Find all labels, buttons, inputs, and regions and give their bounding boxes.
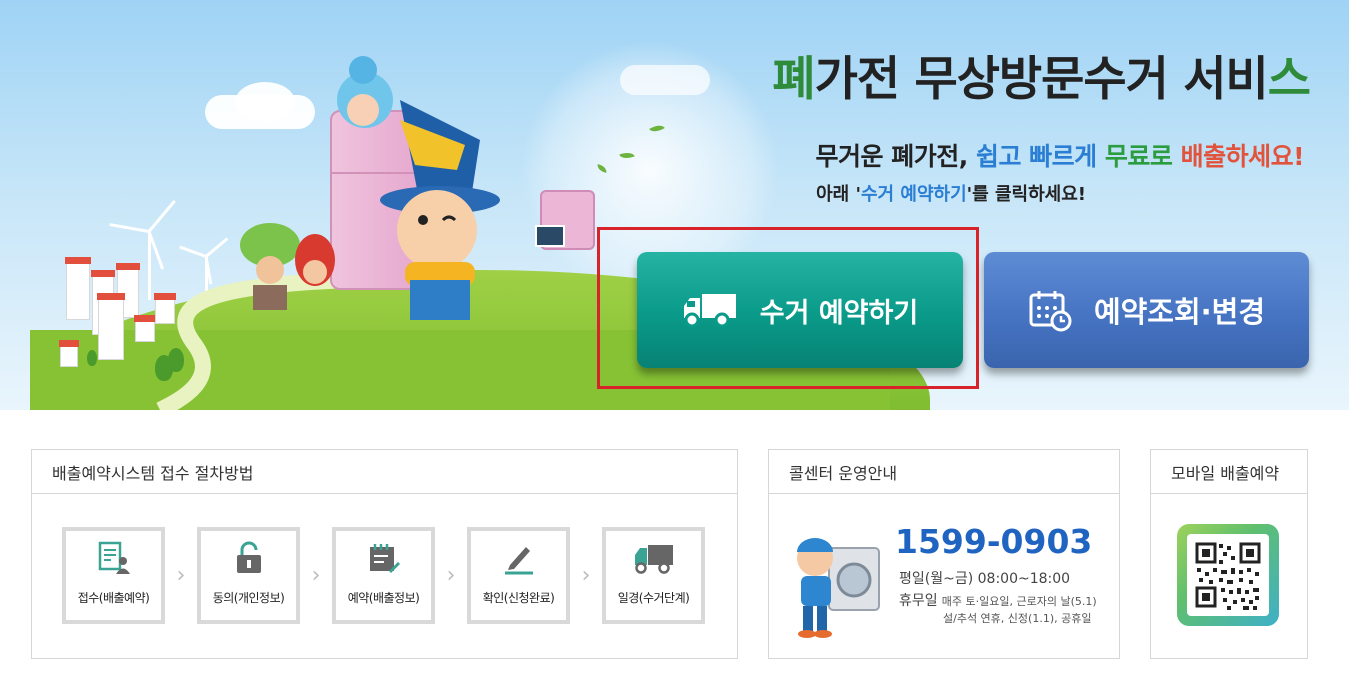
callcenter-heading: 콜센터 운영안내 [769, 450, 1119, 494]
chevron-right-icon: › [446, 563, 456, 588]
tv-illustration [535, 225, 565, 247]
chevron-right-icon: › [176, 563, 186, 588]
hero-instruction: 아래 '수거 예약하기'를 클릭하세요! [816, 184, 1086, 205]
step-label: 예약(배출정보) [347, 591, 420, 605]
step-label: 일경(수거단계) [617, 591, 690, 605]
callcenter-phone[interactable]: 1599-0903 [895, 522, 1092, 561]
step-consent: 동의(개인정보) [197, 527, 300, 624]
step-schedule: 일경(수거단계) [602, 527, 705, 624]
chevron-right-icon: › [581, 563, 591, 588]
procedure-panel: 배출예약시스템 접수 절차방법 접수(배출예약) › 동의(개인정보) › 예약… [31, 449, 738, 659]
pickup-reservation-button[interactable]: 수거 예약하기 [637, 252, 963, 368]
holiday-hours-extra: 설/추석 연휴, 신정(1.1), 공휴일 [943, 612, 1092, 625]
step-label: 동의(개인정보) [212, 591, 285, 605]
mobile-heading: 모바일 배출예약 [1151, 450, 1307, 494]
procedure-heading: 배출예약시스템 접수 절차방법 [32, 450, 737, 494]
truck-icon [633, 543, 675, 579]
hero-banner: 폐가전 무상방문수거 서비스 무거운 폐가전, 쉽고 빠르게 무료로 배출하세요… [0, 0, 1349, 410]
truck-icon [682, 292, 738, 328]
reservation-lookup-button[interactable]: 예약조회·변경 [984, 252, 1309, 368]
step-label: 접수(배출예약) [77, 591, 150, 605]
step-reception: 접수(배출예약) [62, 527, 165, 624]
callcenter-panel: 콜센터 운영안내 1599-0903 평일(월~금) 08:00~18:00 휴… [768, 449, 1120, 659]
qr-code-frame [1177, 524, 1279, 626]
qr-code[interactable] [1187, 534, 1269, 616]
calendar-edit-icon [367, 541, 401, 579]
document-user-icon [97, 541, 131, 579]
lock-icon [234, 541, 264, 579]
step-confirm: 확인(신청완료) [467, 527, 570, 624]
weekday-hours: 평일(월~금) 08:00~18:00 [899, 571, 1071, 587]
procedure-steps: 접수(배출예약) › 동의(개인정보) › 예약(배출정보) › 확인(신청완료… [62, 527, 705, 624]
page-title: 폐가전 무상방문수거 서비스 [772, 52, 1311, 107]
apartment-building [65, 257, 91, 320]
mobile-panel: 모바일 배출예약 [1150, 449, 1308, 659]
hero-subtitle: 무거운 폐가전, 쉽고 빠르게 무료로 배출하세요! [815, 142, 1305, 171]
step-label: 확인(신청완료) [482, 591, 555, 605]
mascot-characters [240, 56, 500, 320]
call-agent-illustration [797, 538, 880, 638]
house [59, 340, 79, 367]
pen-icon [502, 541, 536, 579]
calendar-clock-icon [1028, 288, 1072, 332]
step-reservation: 예약(배출정보) [332, 527, 435, 624]
holiday-hours: 휴무일 매주 토·일요일, 근로자의 날(5.1) [899, 593, 1097, 609]
chevron-right-icon: › [311, 563, 321, 588]
tree [87, 350, 97, 366]
